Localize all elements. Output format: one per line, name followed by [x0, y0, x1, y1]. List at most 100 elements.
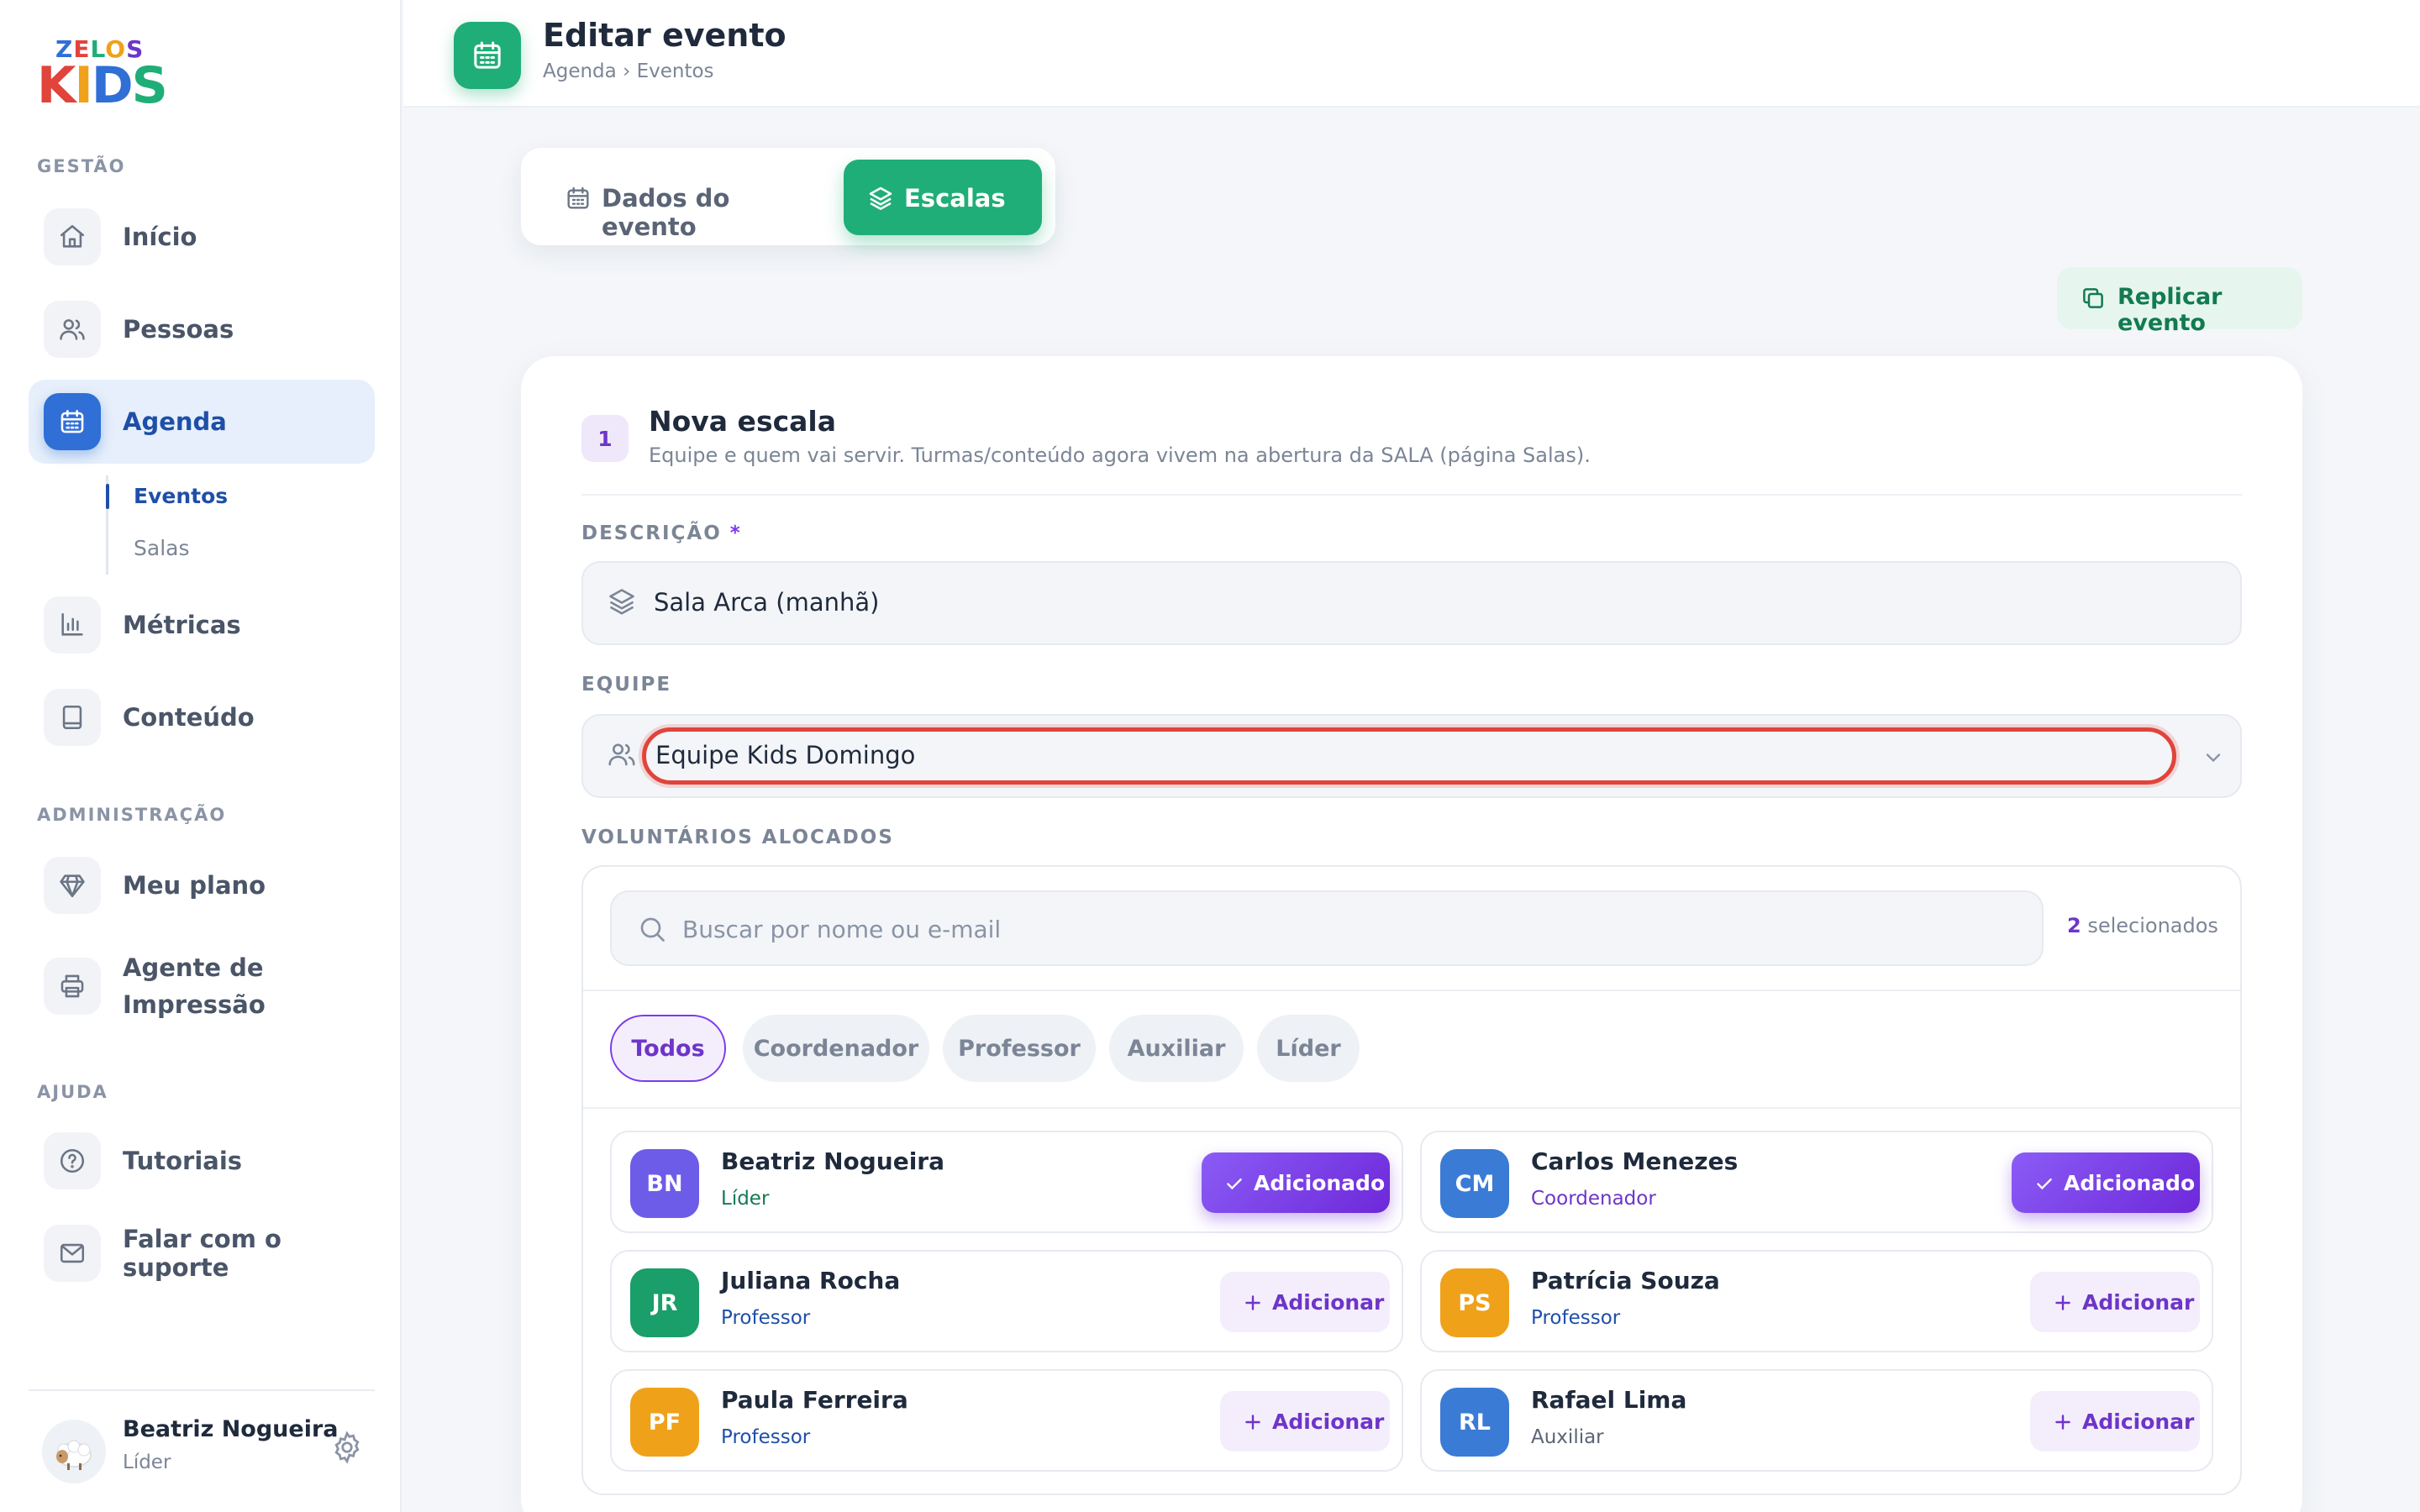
- sidebar-item-agente-impressao[interactable]: Agente de Impressão: [29, 944, 375, 1028]
- volunteer-name: Carlos Menezes: [1531, 1147, 1739, 1175]
- add-button[interactable]: Adicionar: [2030, 1391, 2200, 1452]
- sidebar-item-conteudo[interactable]: Conteúdo: [29, 675, 375, 759]
- breadcrumb[interactable]: Agenda › Eventos: [543, 60, 714, 82]
- voluntarios-label: VOLUNTÁRIOS ALOCADOS: [581, 827, 894, 848]
- equipe-select[interactable]: Equipe Kids Domingo: [581, 714, 2242, 798]
- filter-chip-professor[interactable]: Professor: [943, 1015, 1096, 1082]
- replicar-evento-button[interactable]: Replicar evento: [2057, 267, 2302, 336]
- plus-icon: [1242, 1411, 1264, 1438]
- volunteer-role: Auxiliar: [1531, 1426, 1604, 1448]
- add-button[interactable]: Adicionar: [1220, 1391, 1390, 1452]
- step-subtitle: Equipe e quem vai servir. Turmas/conteúd…: [649, 444, 1591, 467]
- help-circle-icon: [44, 1132, 101, 1189]
- divider: [583, 1107, 2240, 1109]
- calendar-icon: [44, 393, 101, 450]
- sidebar-item-label: Agenda: [123, 407, 227, 436]
- volunteer-card: JR Juliana Rocha Professor Adicionar: [610, 1250, 1403, 1352]
- sidebar-item-tutoriais[interactable]: Tutoriais: [29, 1119, 375, 1203]
- section-label-administracao: ADMINISTRAÇÃO: [37, 805, 227, 825]
- add-button[interactable]: Adicionar: [1220, 1272, 1390, 1332]
- avatar: [42, 1420, 106, 1483]
- volunteer-card: RL Rafael Lima Auxiliar Adicionar: [1420, 1369, 2213, 1472]
- search-input[interactable]: [682, 909, 2010, 949]
- volunteer-role: Professor: [721, 1426, 811, 1448]
- check-icon: [2033, 1173, 2055, 1200]
- bar-chart-icon: [44, 596, 101, 654]
- add-button[interactable]: Adicionar: [2030, 1272, 2200, 1332]
- filter-chip-coordenador[interactable]: Coordenador: [743, 1015, 929, 1082]
- selected-count: 2 selecionados: [2067, 914, 2218, 937]
- calendar-icon: [565, 185, 592, 218]
- settings-gear-icon[interactable]: [329, 1430, 365, 1465]
- volunteer-role: Professor: [721, 1307, 811, 1329]
- tab-escalas[interactable]: Escalas: [844, 160, 1042, 235]
- mail-icon: [44, 1225, 101, 1282]
- sidebar-item-agenda[interactable]: Agenda: [29, 380, 375, 464]
- copy-icon: [2081, 286, 2106, 314]
- page-title: Editar evento: [543, 17, 786, 54]
- tab-dados-do-evento[interactable]: Dados do evento: [541, 160, 793, 241]
- layers-icon: [867, 185, 894, 218]
- zelos-kids-logo[interactable]: ZELOS KIDS: [37, 34, 168, 114]
- descricao-field[interactable]: Sala Arca (manhã): [581, 561, 2242, 645]
- volunteer-name: Beatriz Nogueira: [721, 1147, 944, 1175]
- check-icon: [1223, 1173, 1245, 1200]
- sidebar: ZELOS KIDS GESTÃO Início Pessoas Agenda …: [0, 0, 402, 1512]
- sidebar-item-label: Agente de: [123, 953, 264, 982]
- active-marker: [106, 484, 109, 509]
- descricao-value: Sala Arca (manhã): [654, 588, 880, 617]
- sidebar-item-label: Início: [123, 223, 197, 251]
- avatar: RL: [1440, 1388, 1509, 1457]
- chevron-down-icon: [2202, 746, 2225, 773]
- filter-chip-lider[interactable]: Líder: [1257, 1015, 1360, 1082]
- search-field[interactable]: [610, 890, 2044, 966]
- button-label: Adicionado: [2064, 1171, 2196, 1195]
- printer-icon: [44, 958, 101, 1015]
- sidebar-item-inicio[interactable]: Início: [29, 195, 375, 279]
- volunteer-role: Professor: [1531, 1307, 1621, 1329]
- volunteer-name: Patrícia Souza: [1531, 1267, 1720, 1294]
- sidebar-item-label: Métricas: [123, 611, 241, 639]
- button-label: Adicionar: [2082, 1410, 2195, 1434]
- home-icon: [44, 208, 101, 265]
- divider: [583, 990, 2240, 991]
- step-number-badge: 1: [581, 415, 629, 462]
- book-icon: [44, 689, 101, 746]
- sidebar-item-pessoas[interactable]: Pessoas: [29, 287, 375, 371]
- sidebar-item-label: Falar com o suporte: [123, 1225, 281, 1282]
- added-button[interactable]: Adicionado: [1202, 1152, 1390, 1213]
- added-button[interactable]: Adicionado: [2012, 1152, 2200, 1213]
- plus-icon: [1242, 1292, 1264, 1319]
- volunteer-card: CM Carlos Menezes Coordenador Adicionado: [1420, 1131, 2213, 1233]
- plus-icon: [2052, 1292, 2074, 1319]
- sidebar-item-meu-plano[interactable]: Meu plano: [29, 843, 375, 927]
- volunteer-name: Rafael Lima: [1531, 1386, 1687, 1414]
- tab-label: Dados do evento: [602, 184, 730, 241]
- section-label-ajuda: AJUDA: [37, 1082, 108, 1102]
- volunteer-role: Coordenador: [1531, 1188, 1656, 1210]
- button-label: Adicionar: [1272, 1410, 1385, 1434]
- avatar: PS: [1440, 1268, 1509, 1337]
- user-name: Beatriz Nogueira: [123, 1416, 339, 1442]
- avatar: JR: [630, 1268, 699, 1337]
- volunteer-card: PS Patrícia Souza Professor Adicionar: [1420, 1250, 2213, 1352]
- subnav-item-salas[interactable]: Salas: [134, 536, 189, 560]
- avatar: CM: [1440, 1149, 1509, 1218]
- sidebar-item-metricas[interactable]: Métricas: [29, 583, 375, 667]
- section-label-gestao: GESTÃO: [37, 156, 126, 176]
- layers-icon: [607, 586, 637, 620]
- divider: [581, 494, 2242, 496]
- filter-chip-auxiliar[interactable]: Auxiliar: [1109, 1015, 1244, 1082]
- subnav-item-eventos[interactable]: Eventos: [134, 484, 228, 508]
- equipe-value: Equipe Kids Domingo: [655, 741, 916, 769]
- avatar: PF: [630, 1388, 699, 1457]
- plus-icon: [2052, 1411, 2074, 1438]
- button-label: Adicionado: [1254, 1171, 1386, 1195]
- filter-chip-todos[interactable]: Todos: [610, 1015, 726, 1082]
- user-card[interactable]: Beatriz Nogueira Líder: [29, 1389, 375, 1494]
- sidebar-item-suporte[interactable]: Falar com o suporte: [29, 1211, 375, 1295]
- volunteer-name: Juliana Rocha: [721, 1267, 901, 1294]
- volunteer-name: Paula Ferreira: [721, 1386, 908, 1414]
- volunteer-card: PF Paula Ferreira Professor Adicionar: [610, 1369, 1403, 1472]
- users-icon: [607, 739, 637, 773]
